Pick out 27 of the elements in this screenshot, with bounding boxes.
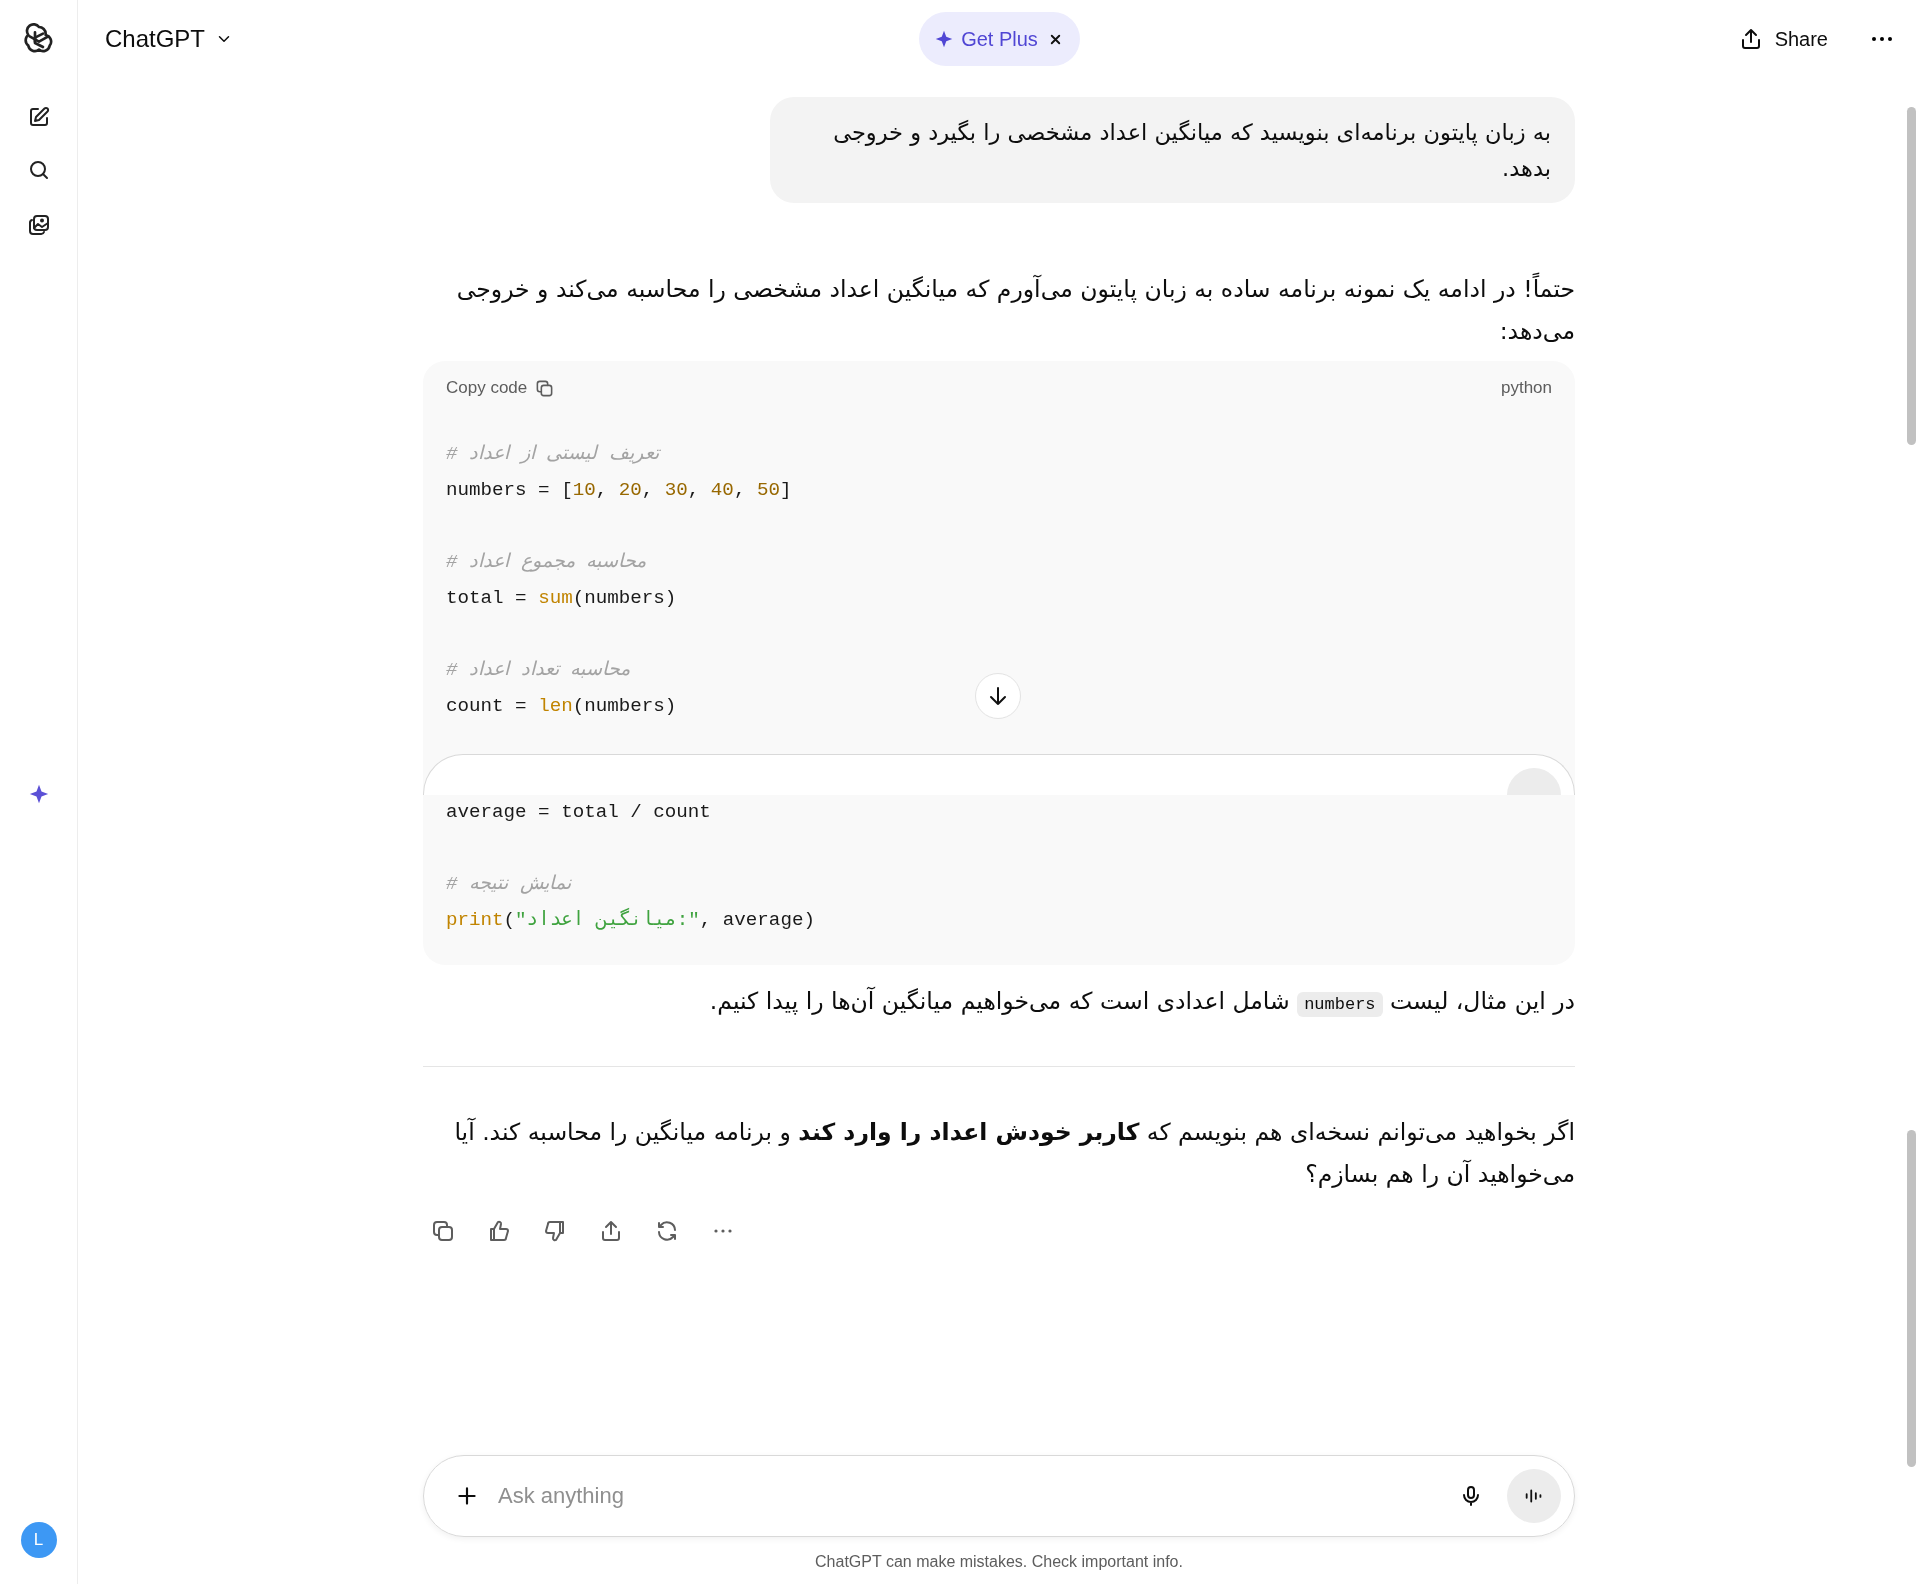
get-plus-button[interactable]: Get Plus xyxy=(935,27,1038,51)
code-line: total = sum(numbers) xyxy=(446,586,677,611)
copy-code-button[interactable]: Copy code xyxy=(446,378,555,398)
scrollbar-thumb[interactable] xyxy=(1907,107,1916,445)
disclaimer-text: ChatGPT can make mistakes. Check important info. xyxy=(814,1552,1184,1572)
code-line: numbers = [10, 20, 30, 40, 50] xyxy=(446,478,792,503)
message-input-field[interactable]: Ask anything xyxy=(496,1482,1443,1510)
image-gallery-icon[interactable] xyxy=(26,213,51,237)
code-language: python xyxy=(1500,378,1552,398)
assistant-paragraph: اگر بخواهید می‌توانم نسخه‌ای هم بنویسم که کاربر خودش اعداد را وارد کند و برنامه میانگین را محاسبه کند. آیا می‌خواهید آن را هم بسازم؟ xyxy=(453,1116,1575,1190)
code-line: # نمایش نتیجه xyxy=(446,872,571,897)
user-message: به زبان پایتون برنامه‌ای بنویسید که میانگین اعداد مشخصی را بگیرد و خروجی بدهد. xyxy=(770,97,1575,203)
code-line: count = len(numbers) xyxy=(446,694,677,719)
assistant-paragraph: حتماً! در ادامه یک نمونه برنامه ساده به زبان پایتون می‌آورم که میانگین اعداد مشخصی را محاسبه می‌کند و خروجی می‌دهد: xyxy=(423,268,1575,352)
code-line: average = total / count xyxy=(446,800,711,825)
sparkle-icon[interactable] xyxy=(28,784,49,804)
model-selector[interactable]: ChatGPT xyxy=(105,25,234,53)
sparkle-icon xyxy=(935,30,954,48)
scrollbar-thumb[interactable] xyxy=(1907,1130,1916,1467)
code-line: # محاسبه مجموع اعداد xyxy=(446,550,647,575)
code-line: # محاسبه تعداد اعداد xyxy=(446,658,631,683)
code-line: # تعریف لیستی از اعداد xyxy=(446,442,659,467)
scroll-down-button[interactable] xyxy=(975,673,1021,719)
logo-icon[interactable] xyxy=(22,23,55,55)
voice-mode-button[interactable] xyxy=(1507,1469,1561,1523)
copy-icon xyxy=(535,378,555,398)
share-button[interactable]: Share xyxy=(1738,27,1828,51)
